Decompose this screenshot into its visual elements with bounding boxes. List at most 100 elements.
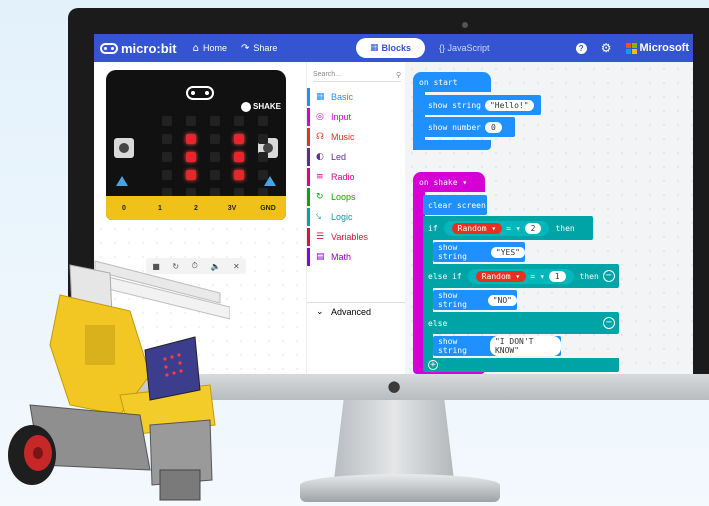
home-icon: ⌂: [192, 42, 199, 54]
string-yes-value[interactable]: "YES": [490, 246, 525, 258]
category-led[interactable]: ◐ Led: [307, 148, 405, 166]
category-label: Variables: [331, 232, 368, 242]
led-2-0: [162, 152, 172, 162]
top-right-actions: ? ⚙ Microsoft: [575, 34, 690, 62]
if-block[interactable]: if Random ▾ = ▾ 2 then: [423, 216, 593, 240]
led-2-4: [258, 152, 268, 162]
pin-4[interactable]: GND: [258, 205, 278, 212]
show-string-yes-block[interactable]: show string "YES": [433, 242, 525, 262]
category-basic-icon: ▦: [316, 92, 325, 102]
category-loops[interactable]: ↻ Loops: [307, 188, 405, 206]
minus-icon-2[interactable]: −: [603, 317, 615, 329]
microbit-board-logo-icon: [186, 86, 214, 100]
else-if-label: else if: [428, 271, 462, 281]
category-radio-icon: ≡: [316, 172, 324, 182]
if-label: if: [428, 223, 438, 233]
compare-value-1[interactable]: 2: [524, 222, 542, 234]
microbit-logo-icon: [100, 42, 118, 54]
brand-name: micro:bit: [121, 40, 177, 56]
then-label: then: [555, 223, 575, 233]
show-string-block[interactable]: show string "Hello!": [423, 95, 541, 115]
led-0-3: [234, 116, 244, 126]
show-number-block[interactable]: show number 0: [423, 117, 515, 137]
led-0-0: [162, 116, 172, 126]
string-dont-know-value[interactable]: "I DON'T KNOW": [489, 336, 561, 356]
category-color-bar: [307, 208, 310, 226]
category-basic[interactable]: ▦ Basic: [307, 88, 405, 106]
microsoft-brand[interactable]: Microsoft: [625, 42, 690, 54]
category-logic-icon: ⤥: [316, 212, 322, 222]
led-1-3: [234, 134, 244, 144]
category-math[interactable]: ▤ Math: [307, 248, 405, 266]
category-label: Radio: [331, 172, 355, 182]
led-2-2: [210, 152, 220, 162]
category-color-bar: [307, 248, 310, 266]
microsoft-label: Microsoft: [639, 42, 690, 54]
microbit-simulator[interactable]: SHAKE 0 1 2 3V GND: [106, 70, 286, 220]
led-3-3: [234, 170, 244, 180]
toolbox: Search... ⚲ ▦ Basic ◎ Input ☊ Music ◐ Led ≡ Radio…: [306, 62, 405, 374]
clear-screen-block[interactable]: clear screen: [423, 195, 487, 215]
minus-icon[interactable]: −: [602, 270, 615, 282]
else-if-block[interactable]: else if Random ▾ = ▾ 1 then −: [423, 264, 619, 288]
robot-wheel: [8, 425, 56, 485]
led-1-2: [210, 134, 220, 144]
category-radio[interactable]: ≡ Radio: [307, 168, 405, 186]
else-block[interactable]: else −: [423, 312, 619, 334]
show-string-dont-know-block[interactable]: show string "I DON'T KNOW": [433, 336, 561, 356]
category-loops-icon: ↻: [316, 192, 324, 202]
category-logic[interactable]: ⤥ Logic: [307, 208, 405, 226]
home-button[interactable]: ⌂ Home: [193, 43, 227, 54]
on-shake-block[interactable]: on shake ▾: [413, 172, 485, 192]
share-button[interactable]: ↷ Share: [241, 43, 277, 54]
show-string-label: show string: [428, 100, 481, 110]
show-string-yes-label: show string: [438, 243, 467, 261]
blocks-icon: ▦: [370, 43, 379, 53]
random-dropdown-2[interactable]: Random ▾: [475, 270, 527, 282]
robot-microbit-board: [144, 336, 201, 401]
category-color-bar: [307, 108, 310, 126]
blocks-workspace[interactable]: on start show string "Hello!" show numbe…: [405, 62, 693, 374]
led-matrix: [162, 116, 268, 198]
search-icon: ⚲: [395, 70, 401, 79]
category-advanced-label: Advanced: [331, 306, 372, 317]
help-icon[interactable]: ?: [575, 42, 587, 54]
button-a[interactable]: [114, 138, 134, 158]
else-label: else: [428, 318, 448, 328]
category-music[interactable]: ☊ Music: [307, 128, 405, 146]
compare-block-1[interactable]: Random ▾ = ▾ 2: [443, 220, 550, 236]
tab-javascript[interactable]: {} JavaScript: [425, 38, 504, 58]
pin-2[interactable]: 2: [186, 205, 206, 212]
shake-button[interactable]: [241, 102, 251, 112]
category-color-bar: [307, 168, 310, 186]
pin-0[interactable]: 0: [114, 205, 134, 212]
compare-block-2[interactable]: Random ▾ = ▾ 1: [467, 268, 574, 284]
led-3-4: [258, 170, 268, 180]
search-input[interactable]: Search... ⚲: [313, 68, 401, 82]
equals-dropdown[interactable]: = ▾: [506, 224, 520, 233]
brand-logo[interactable]: micro:bit: [100, 41, 177, 56]
random-dropdown[interactable]: Random ▾: [451, 222, 503, 234]
category-led-icon: ◐: [316, 152, 324, 162]
equals-dropdown-2[interactable]: = ▾: [530, 272, 544, 281]
pin-1[interactable]: 1: [150, 205, 170, 212]
category-variables[interactable]: ☰ Variables: [307, 228, 405, 246]
pin-3[interactable]: 3V: [222, 205, 242, 212]
fullscreen-icon[interactable]: ✕: [233, 262, 240, 271]
help-glyph: ?: [578, 43, 584, 53]
number-value[interactable]: 0: [484, 121, 502, 133]
category-color-bar: [307, 188, 310, 206]
show-string-no-block[interactable]: show string "NO": [433, 290, 517, 310]
led-2-1: [186, 152, 196, 162]
gear-icon[interactable]: ⚙: [601, 41, 612, 55]
string-value[interactable]: "Hello!": [484, 99, 534, 111]
category-advanced[interactable]: ⌄ Advanced: [307, 302, 405, 320]
category-input[interactable]: ◎ Input: [307, 108, 405, 126]
tab-blocks-label: Blocks: [381, 43, 412, 53]
plus-icon[interactable]: +: [428, 360, 438, 370]
tab-blocks[interactable]: ▦ Blocks: [356, 38, 426, 58]
on-start-block[interactable]: on start: [413, 72, 491, 92]
led-0-1: [186, 116, 196, 126]
compare-value-2[interactable]: 1: [548, 270, 566, 282]
string-no-value[interactable]: "NO": [487, 294, 517, 306]
